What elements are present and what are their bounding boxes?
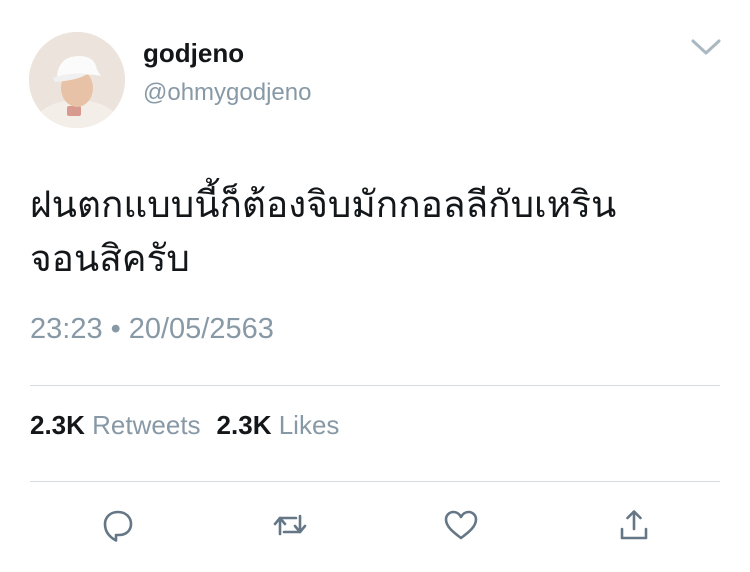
retweets-stat[interactable]: 2.3K Retweets [30,410,201,440]
avatar[interactable] [29,32,125,128]
retweet-icon[interactable] [270,505,310,545]
likes-count: 2.3K [216,410,272,440]
tweet-time: 23:23 [30,313,103,345]
divider [30,385,720,386]
tweet-text-line: ฝนตกแบบนี้ก็ต้องจิบมักกอลลีกับเหริน [30,183,617,226]
reply-icon[interactable] [98,505,138,545]
retweets-count: 2.3K [30,410,85,440]
tweet-text: ฝนตกแบบนี้ก็ต้องจิบมักกอลลีกับเหริน จอนส… [30,178,730,286]
engagement-stats: 2.3K Retweets 2.3K Likes [30,410,339,441]
tweet-date: 20/05/2563 [128,313,274,345]
display-name[interactable]: godjeno [143,38,244,69]
timestamp: 23:23 • 20/05/2563 [30,313,274,346]
chevron-down-icon[interactable] [690,36,722,58]
likes-stat[interactable]: 2.3K Likes [217,410,340,440]
share-icon[interactable] [614,505,654,545]
timestamp-separator: • [110,313,121,345]
tweet-text-line: จอนสิครับ [30,237,190,280]
user-handle[interactable]: @ohmygodjeno [143,79,311,107]
divider [30,481,720,482]
heart-icon[interactable] [441,505,481,545]
retweets-label: Retweets [92,410,201,440]
likes-label: Likes [278,410,340,440]
